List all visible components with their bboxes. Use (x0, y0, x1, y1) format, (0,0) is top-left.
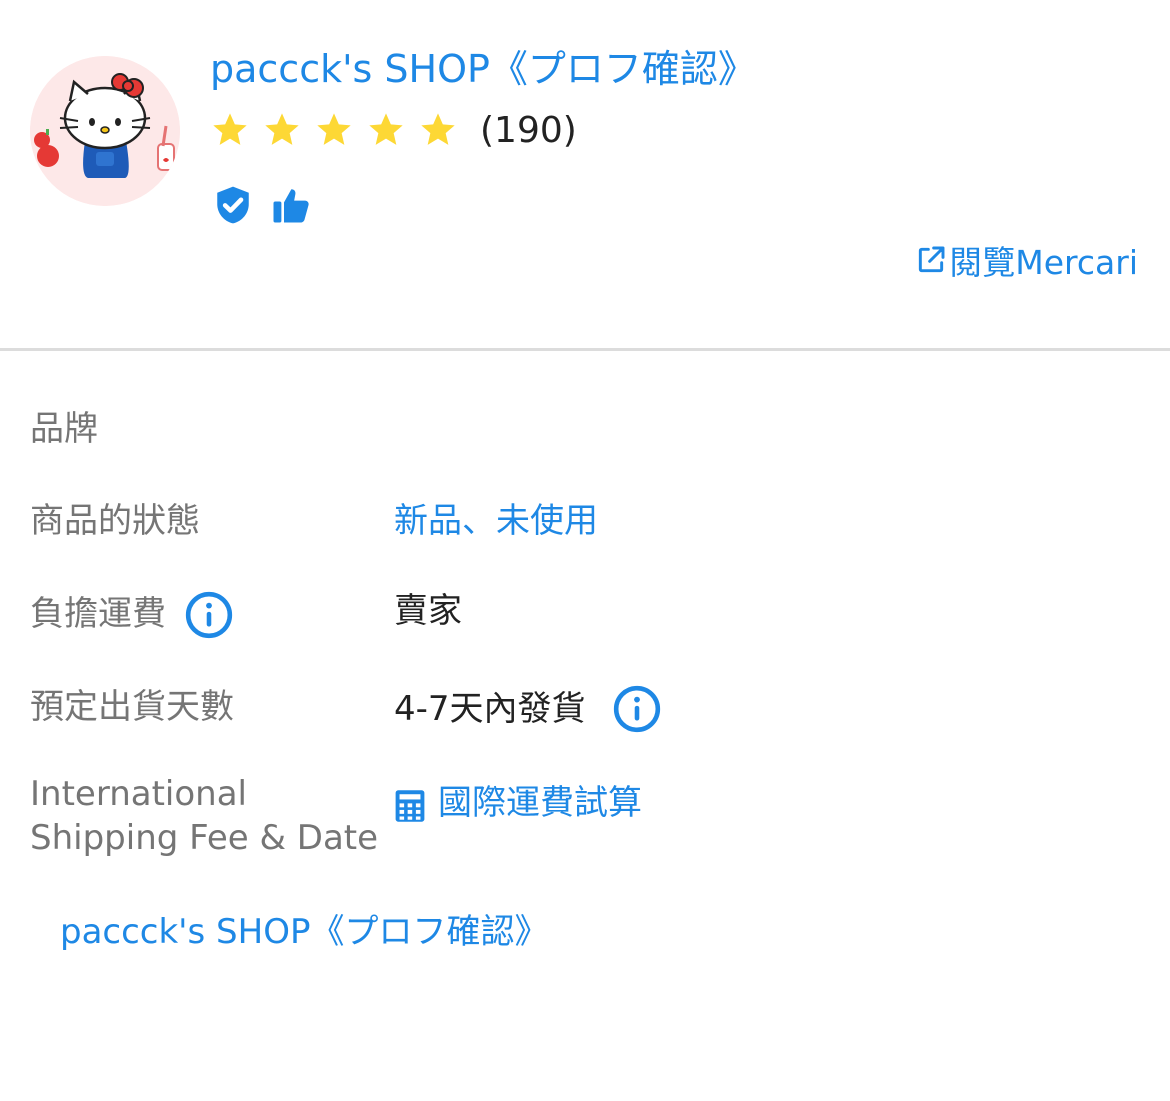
brand-label: 品牌 (30, 409, 98, 449)
intl-shipping-label: International Shipping Fee & Date (30, 772, 378, 860)
calculator-icon (395, 790, 425, 822)
star-icon (317, 113, 351, 145)
star-icon (213, 113, 247, 145)
seller-name-link[interactable]: paccck's SHOP《プロフ確認》 (210, 38, 756, 93)
intl-label-line2: Shipping Fee & Date (30, 818, 379, 858)
shipping-payer-value: 賣家 (394, 591, 462, 631)
star-icon (369, 113, 403, 145)
ship-days-value: 4-7天內發貨 (394, 689, 586, 729)
condition-label: 商品的狀態 (30, 501, 200, 541)
info-icon[interactable] (612, 684, 662, 734)
open-mercari-link[interactable]: 閱覽Mercari (915, 236, 1138, 284)
ship-days-label: 預定出貨天數 (30, 687, 234, 727)
seller-rating: (190) (210, 106, 577, 154)
shipping-payer-label: 負擔運費 (30, 594, 166, 634)
thumbs-up-icon (273, 189, 309, 223)
info-icon[interactable] (184, 590, 234, 640)
verified-shield-icon (217, 186, 249, 224)
shipping-payer-label-wrap: 負擔運費 (30, 588, 234, 640)
star-icon (265, 113, 299, 145)
star-icon (421, 113, 455, 145)
seller-section: paccck's SHOP《プロフ確認》 (190) 閱覽Mercari (0, 0, 1170, 348)
review-count: (190) (480, 109, 577, 151)
seller-avatar[interactable] (30, 56, 180, 206)
section-divider (0, 348, 1170, 351)
intl-label-line1: International (30, 774, 247, 814)
open-mercari-label: 閱覽Mercari (949, 243, 1138, 282)
footer-seller-link[interactable]: paccck's SHOP《プロフ確認》 (60, 904, 548, 953)
ship-days-value-wrap: 4-7天內發貨 (394, 684, 662, 734)
intl-calc-label: 國際運費試算 (438, 783, 642, 823)
condition-value-link[interactable]: 新品、未使用 (394, 498, 598, 544)
seller-badges (212, 184, 328, 226)
hello-kitty-avatar-icon (30, 56, 180, 206)
intl-shipping-calc-link[interactable]: 國際運費試算 (394, 780, 642, 826)
external-link-icon (919, 246, 945, 273)
